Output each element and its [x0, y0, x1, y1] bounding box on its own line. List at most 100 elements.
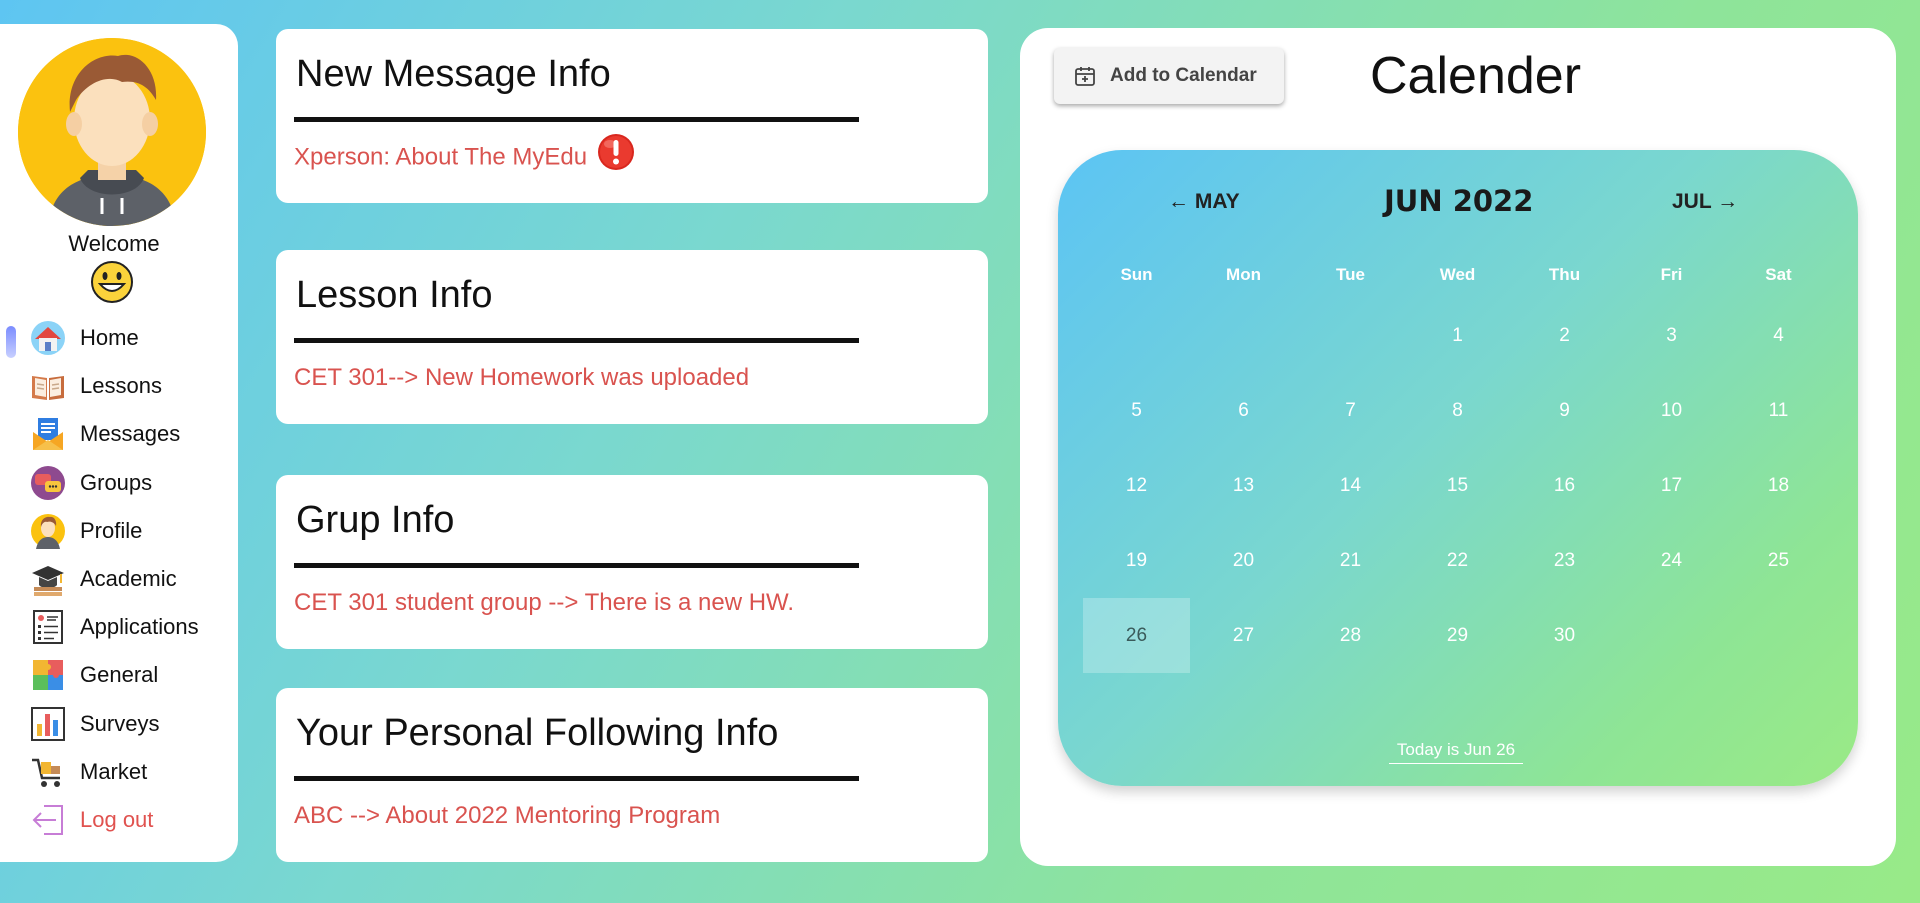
calendar-day[interactable]: 23	[1511, 523, 1618, 598]
graduation-cap-icon	[32, 566, 64, 597]
card-title: Grup Info	[296, 499, 455, 541]
divider	[294, 563, 859, 568]
calendar-day[interactable]: 19	[1083, 523, 1190, 598]
calendar-day[interactable]: 15	[1404, 448, 1511, 523]
calendar-title: Calender	[1370, 47, 1582, 105]
calendar-day[interactable]: 16	[1511, 448, 1618, 523]
sidebar-item-label: Home	[80, 325, 139, 351]
calendar-day[interactable]: 30	[1511, 598, 1618, 673]
sidebar-item-label: Messages	[80, 421, 181, 447]
calendar-day[interactable]: 24	[1618, 523, 1725, 598]
envelope-letter-icon	[33, 418, 63, 451]
sidebar-item-surveys[interactable]: Surveys	[0, 700, 238, 748]
weekday-header: Wed	[1439, 265, 1476, 284]
calendar-day[interactable]: 2	[1511, 298, 1618, 373]
calendar-day[interactable]: 28	[1297, 598, 1404, 673]
open-book-icon	[32, 376, 64, 401]
sidebar-nav: Home Lessons Messages Groups Profile Aca…	[0, 314, 238, 844]
calendar-plus-icon	[1075, 67, 1095, 86]
shopping-cart-icon	[32, 758, 60, 787]
calendar-day[interactable]: 29	[1404, 598, 1511, 673]
add-to-calendar-button[interactable]: Add to Calendar	[1054, 48, 1284, 104]
calendar-day[interactable]: 25	[1725, 523, 1832, 598]
group-info-card: Grup Info CET 301 student group --> Ther…	[276, 475, 988, 649]
sidebar: Welcome Home Lessons Messages Groups Pro…	[0, 24, 238, 862]
weekday-header: Tue	[1336, 265, 1365, 284]
calendar-day[interactable]: 21	[1297, 523, 1404, 598]
profile-avatar-icon	[31, 513, 65, 549]
next-month-button[interactable]: JUL →	[1672, 190, 1738, 214]
sidebar-item-applications[interactable]: Applications	[0, 603, 238, 651]
calendar-day[interactable]: 8	[1404, 373, 1511, 448]
sidebar-item-messages[interactable]: Messages	[0, 410, 238, 458]
sidebar-item-profile[interactable]: Profile	[0, 507, 238, 555]
bar-chart-icon	[31, 706, 65, 741]
calendar-day[interactable]: 3	[1618, 298, 1725, 373]
weekday-header: Mon	[1226, 265, 1261, 284]
calendar-day-today[interactable]: 26	[1083, 598, 1190, 673]
user-avatar-icon	[18, 38, 206, 226]
previous-month-button[interactable]: ← MAY	[1168, 190, 1240, 214]
new-message-card: New Message Info Xperson: About The MyEd…	[276, 29, 988, 203]
weekday-header: Thu	[1548, 265, 1581, 284]
sidebar-item-logout[interactable]: Log out	[0, 796, 238, 844]
calendar-day[interactable]: 12	[1083, 448, 1190, 523]
active-indicator	[6, 326, 16, 358]
sidebar-item-home[interactable]: Home	[0, 314, 238, 362]
card-title: Your Personal Following Info	[296, 712, 779, 754]
calendar-panel: Add to Calendar Calender ← MAY JUN 2022 …	[1020, 28, 1896, 866]
personal-following-card: Your Personal Following Info ABC --> Abo…	[276, 688, 988, 862]
chat-bubbles-icon	[31, 465, 65, 500]
card-title: New Message Info	[296, 53, 611, 95]
sidebar-item-label: Profile	[80, 517, 143, 543]
home-icon	[31, 321, 65, 356]
sidebar-item-label: Lessons	[80, 373, 162, 399]
calendar-day[interactable]: 6	[1190, 373, 1297, 448]
calendar-day[interactable]: 20	[1190, 523, 1297, 598]
calendar-day[interactable]: 4	[1725, 298, 1832, 373]
calendar-day[interactable]: 17	[1618, 448, 1725, 523]
card-title: Lesson Info	[296, 274, 493, 316]
divider	[294, 338, 859, 343]
divider	[294, 776, 859, 781]
weekday-header: Sun	[1120, 265, 1153, 284]
calendar-day[interactable]: 7	[1297, 373, 1404, 448]
sidebar-item-market[interactable]: Market	[0, 748, 238, 796]
weekday-header: Sat	[1765, 265, 1792, 284]
sidebar-item-lessons[interactable]: Lessons	[0, 362, 238, 410]
calendar-day[interactable]: 13	[1190, 448, 1297, 523]
calendar-day[interactable]: 27	[1190, 598, 1297, 673]
sidebar-item-label: General	[80, 662, 159, 688]
grinning-face-icon	[91, 261, 133, 303]
calendar-day[interactable]: 11	[1725, 373, 1832, 448]
weekday-header: Fri	[1660, 265, 1683, 284]
sidebar-item-academic[interactable]: Academic	[0, 555, 238, 603]
exclamation-alert-icon	[598, 134, 635, 170]
application-form-icon	[33, 610, 63, 645]
sidebar-item-label: Groups	[80, 469, 153, 495]
divider	[294, 117, 859, 122]
card-message[interactable]: CET 301 student group --> There is a new…	[294, 589, 794, 617]
sidebar-item-groups[interactable]: Groups	[0, 459, 238, 507]
add-to-calendar-label: Add to Calendar	[1110, 65, 1257, 86]
current-month-label: JUN 2022	[1384, 184, 1534, 218]
avatar[interactable]	[18, 38, 206, 226]
puzzle-icon	[33, 660, 63, 691]
welcome-text: Welcome	[68, 231, 160, 256]
calendar-day[interactable]: 5	[1083, 373, 1190, 448]
card-message[interactable]: CET 301--> New Homework was uploaded	[294, 364, 749, 392]
calendar-day[interactable]: 22	[1404, 523, 1511, 598]
calendar-day[interactable]: 9	[1511, 373, 1618, 448]
sidebar-item-label: Log out	[80, 806, 154, 832]
sidebar-item-general[interactable]: General	[0, 651, 238, 699]
calendar-day[interactable]: 10	[1618, 373, 1725, 448]
card-message[interactable]: Xperson: About The MyEdu	[294, 143, 587, 170]
lesson-info-card: Lesson Info CET 301--> New Homework was …	[276, 250, 988, 424]
sidebar-item-label: Surveys	[80, 710, 160, 736]
today-label[interactable]: Today is Jun 26	[1389, 740, 1523, 764]
calendar-day[interactable]: 1	[1404, 298, 1511, 373]
card-message[interactable]: ABC --> About 2022 Mentoring Program	[294, 802, 720, 830]
calendar-day[interactable]: 18	[1725, 448, 1832, 523]
sidebar-item-label: Academic	[80, 566, 177, 592]
calendar-day[interactable]: 14	[1297, 448, 1404, 523]
